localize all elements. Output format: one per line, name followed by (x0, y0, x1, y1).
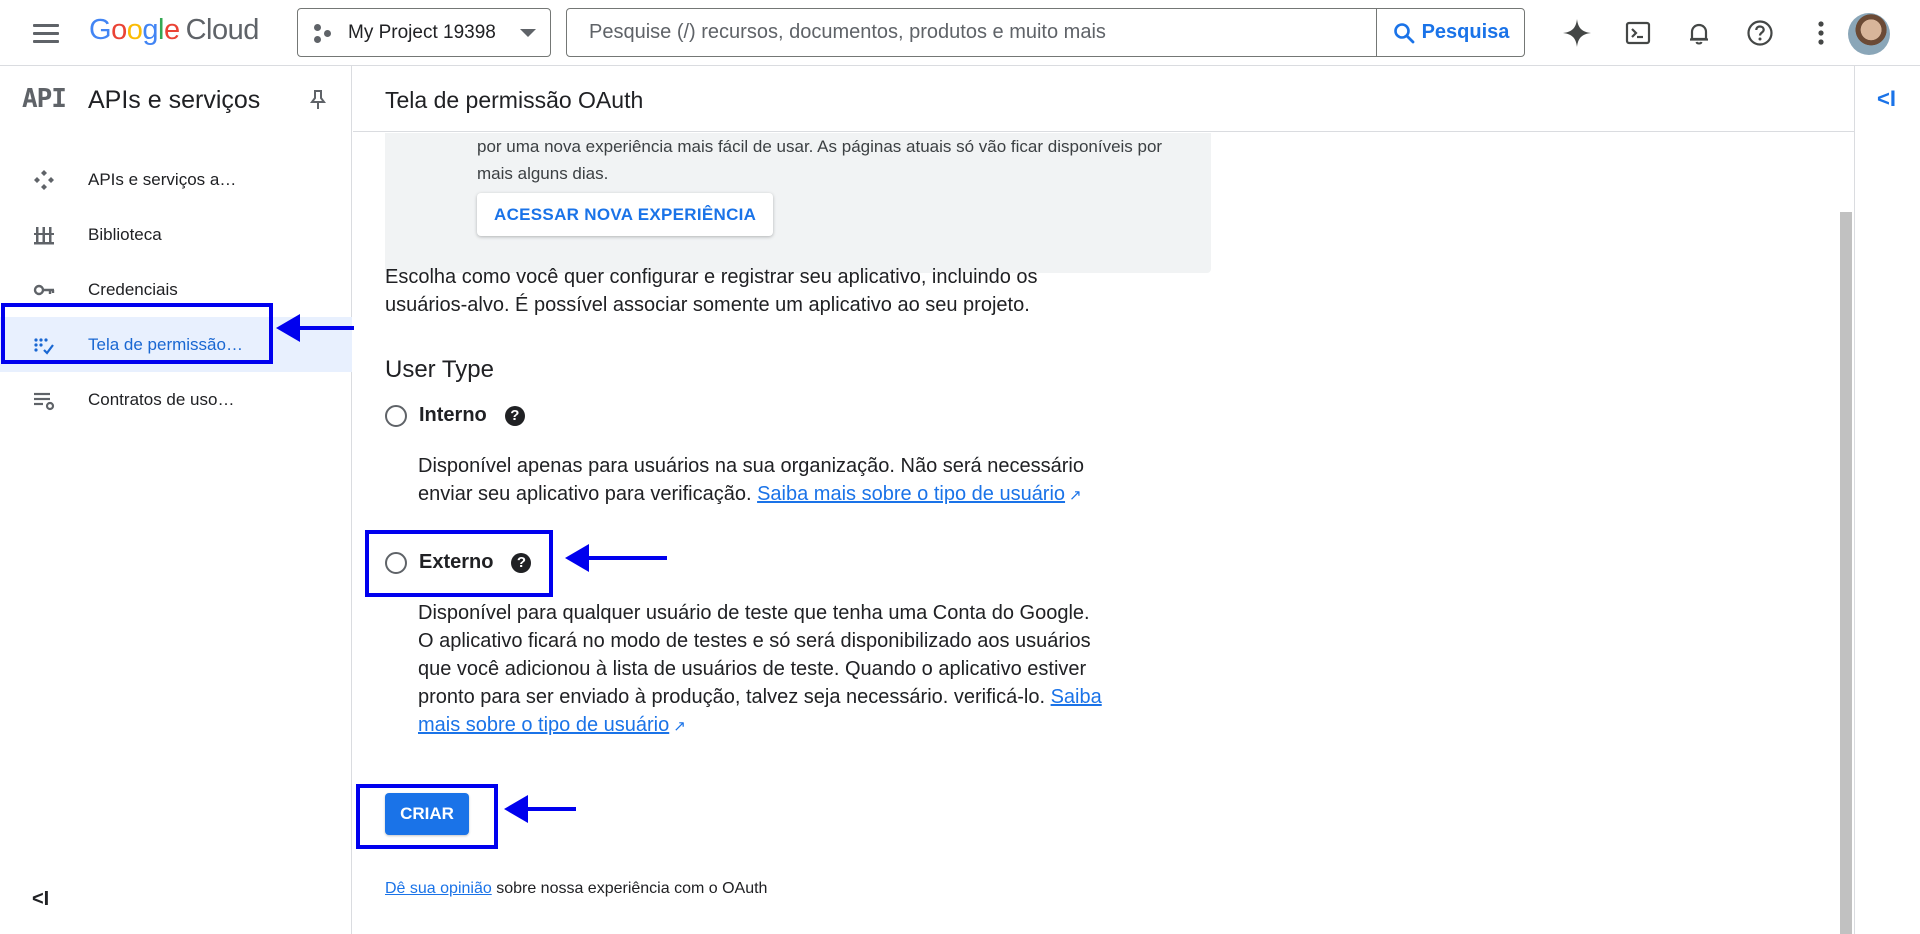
external-description: Disponível para qualquer usuário de test… (418, 599, 1108, 741)
sidebar-header: API APIs e serviços (0, 66, 352, 132)
sidebar: API APIs e serviços APIs e serviços a… B… (0, 66, 352, 934)
sidebar-nav: APIs e serviços a… Biblioteca Credenciai… (0, 152, 352, 427)
learn-more-link-internal[interactable]: Saiba mais sobre o tipo de usuário (757, 483, 1065, 505)
scrollbar[interactable] (1840, 212, 1852, 934)
new-experience-button[interactable]: ACESSAR NOVA EXPERIÊNCIA (477, 193, 774, 236)
project-name: My Project 19398 (348, 21, 496, 43)
top-actions (1546, 10, 1851, 56)
page-usage-agreements-icon (32, 388, 56, 412)
annotation-box-consent-screen (1, 303, 273, 364)
external-link-icon: ↗ (1069, 487, 1082, 504)
main-menu-icon[interactable] (28, 17, 64, 49)
main-content: por uma nova experiência mais fácil de u… (353, 133, 1841, 934)
option-internal[interactable]: Interno ? (385, 404, 525, 427)
more-vert-icon[interactable] (1790, 10, 1851, 56)
sidebar-item-apis-services[interactable]: APIs e serviços a… (0, 152, 352, 207)
banner-text: por uma nova experiência mais fácil de u… (477, 137, 1163, 183)
help-icon[interactable] (1729, 10, 1790, 56)
gemini-sparkle-icon[interactable] (1546, 10, 1607, 56)
new-experience-banner: por uma nova experiência mais fácil de u… (385, 133, 1211, 273)
search-input[interactable] (567, 9, 1376, 56)
library-icon (32, 223, 56, 247)
project-icon (312, 22, 334, 44)
api-logo-icon: API (22, 84, 67, 114)
annotation-arrow-consent-screen (276, 314, 354, 342)
radio-internal[interactable] (385, 404, 407, 427)
pin-icon[interactable] (306, 88, 330, 112)
feedback-text: Dê sua opinião sobre nossa experiência c… (385, 880, 768, 897)
cloud-shell-icon[interactable] (1607, 10, 1668, 56)
google-cloud-logo[interactable]: Google Cloud (89, 14, 259, 47)
right-rail: <I (1854, 66, 1920, 934)
expand-panel-icon[interactable]: <I (1877, 86, 1896, 112)
annotation-box-create (356, 784, 498, 849)
internal-description: Disponível apenas para usuários na sua o… (418, 452, 1108, 510)
chevron-down-icon (520, 28, 536, 37)
sidebar-item-library[interactable]: Biblioteca (0, 207, 352, 262)
user-type-title: User Type (385, 356, 494, 383)
annotation-arrow-external (565, 544, 667, 572)
help-circle-icon[interactable]: ? (504, 405, 525, 426)
top-bar: GoogleCloud My Project 19398 Pesquisa (0, 0, 1920, 66)
search-icon (1393, 22, 1414, 43)
intro-text: Escolha como você quer configurar e regi… (385, 266, 1038, 316)
sidebar-item-usage-agreements[interactable]: Contratos de uso… (0, 372, 352, 427)
annotation-box-external (365, 530, 553, 597)
feedback-link[interactable]: Dê sua opinião (385, 880, 492, 897)
external-link-icon: ↗ (673, 718, 686, 735)
page: GoogleCloud My Project 19398 Pesquisa (0, 0, 1920, 934)
apis-services-icon (32, 168, 56, 192)
notifications-icon[interactable] (1668, 10, 1729, 56)
project-picker[interactable]: My Project 19398 (297, 8, 551, 57)
account-avatar[interactable] (1848, 13, 1890, 55)
annotation-arrow-create (504, 795, 576, 823)
page-title: Tela de permissão OAuth (385, 87, 644, 113)
key-icon (32, 278, 56, 302)
sidebar-title: APIs e serviços (88, 86, 261, 114)
search-bar: Pesquisa (566, 8, 1525, 57)
collapse-sidebar-icon[interactable]: <I (32, 888, 49, 911)
search-button[interactable]: Pesquisa (1376, 9, 1524, 56)
page-header: Tela de permissão OAuth (353, 66, 1854, 132)
